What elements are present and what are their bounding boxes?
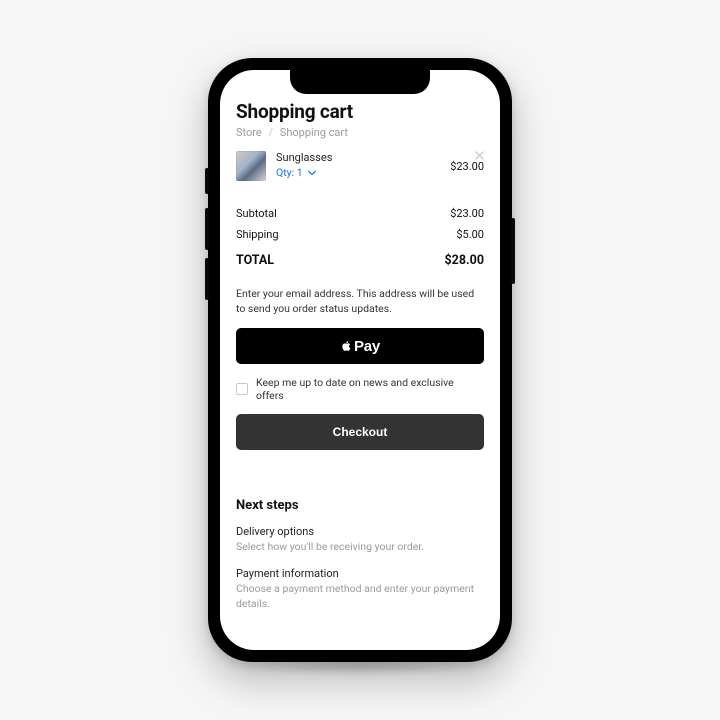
page-title: Shopping cart: [236, 100, 484, 123]
newsletter-checkbox[interactable]: [236, 383, 248, 395]
total-row: TOTAL $28.00: [236, 249, 484, 272]
side-button: [205, 258, 209, 300]
product-info: Sunglasses Qty: 1: [276, 151, 440, 179]
quantity-selector[interactable]: Qty: 1: [276, 166, 440, 179]
next-step-item: Delivery options Select how you'll be re…: [236, 525, 484, 555]
next-step-label: Payment information: [236, 567, 484, 580]
page-content: Shopping cart Store / Shopping cart Sung…: [220, 70, 500, 650]
side-button: [511, 218, 515, 284]
order-summary: Subtotal $23.00 Shipping $5.00 TOTAL $28…: [236, 203, 484, 272]
apple-logo-icon: [340, 339, 352, 353]
product-name: Sunglasses: [276, 151, 440, 164]
checkout-button[interactable]: Checkout: [236, 414, 484, 450]
breadcrumb-current: Shopping cart: [280, 126, 348, 139]
next-steps-section: Next steps Delivery options Select how y…: [236, 498, 484, 611]
newsletter-option: Keep me up to date on news and exclusive…: [236, 376, 484, 402]
product-thumbnail[interactable]: [236, 151, 266, 181]
cart-item: Sunglasses Qty: 1 $23.00: [236, 151, 484, 181]
subtotal-row: Subtotal $23.00: [236, 203, 484, 224]
phone-screen: Shopping cart Store / Shopping cart Sung…: [220, 70, 500, 650]
subtotal-value: $23.00: [450, 207, 484, 220]
subtotal-label: Subtotal: [236, 207, 277, 220]
apple-pay-label: Pay: [354, 338, 380, 355]
breadcrumb-root[interactable]: Store: [236, 126, 262, 139]
phone-frame: Shopping cart Store / Shopping cart Sung…: [208, 58, 512, 662]
remove-item-button[interactable]: [475, 151, 484, 162]
apple-pay-button[interactable]: Pay: [236, 328, 484, 364]
shipping-row: Shipping $5.00: [236, 224, 484, 245]
next-step-desc: Choose a payment method and enter your p…: [236, 582, 484, 611]
quantity-label: Qty: 1: [276, 166, 303, 179]
breadcrumb: Store / Shopping cart: [236, 126, 484, 139]
next-step-desc: Select how you'll be receiving your orde…: [236, 540, 484, 555]
email-helper-text: Enter your email address. This address w…: [236, 286, 484, 316]
shipping-value: $5.00: [456, 228, 484, 241]
shipping-label: Shipping: [236, 228, 279, 241]
newsletter-label: Keep me up to date on news and exclusive…: [256, 376, 484, 402]
breadcrumb-separator: /: [269, 126, 274, 139]
side-button: [205, 168, 209, 194]
next-steps-heading: Next steps: [236, 498, 484, 513]
next-step-item: Payment information Choose a payment met…: [236, 567, 484, 611]
phone-notch: [290, 70, 430, 94]
total-label: TOTAL: [236, 253, 274, 268]
next-step-label: Delivery options: [236, 525, 484, 538]
side-button: [205, 208, 209, 250]
total-value: $28.00: [445, 253, 484, 268]
chevron-down-icon: [308, 166, 316, 179]
